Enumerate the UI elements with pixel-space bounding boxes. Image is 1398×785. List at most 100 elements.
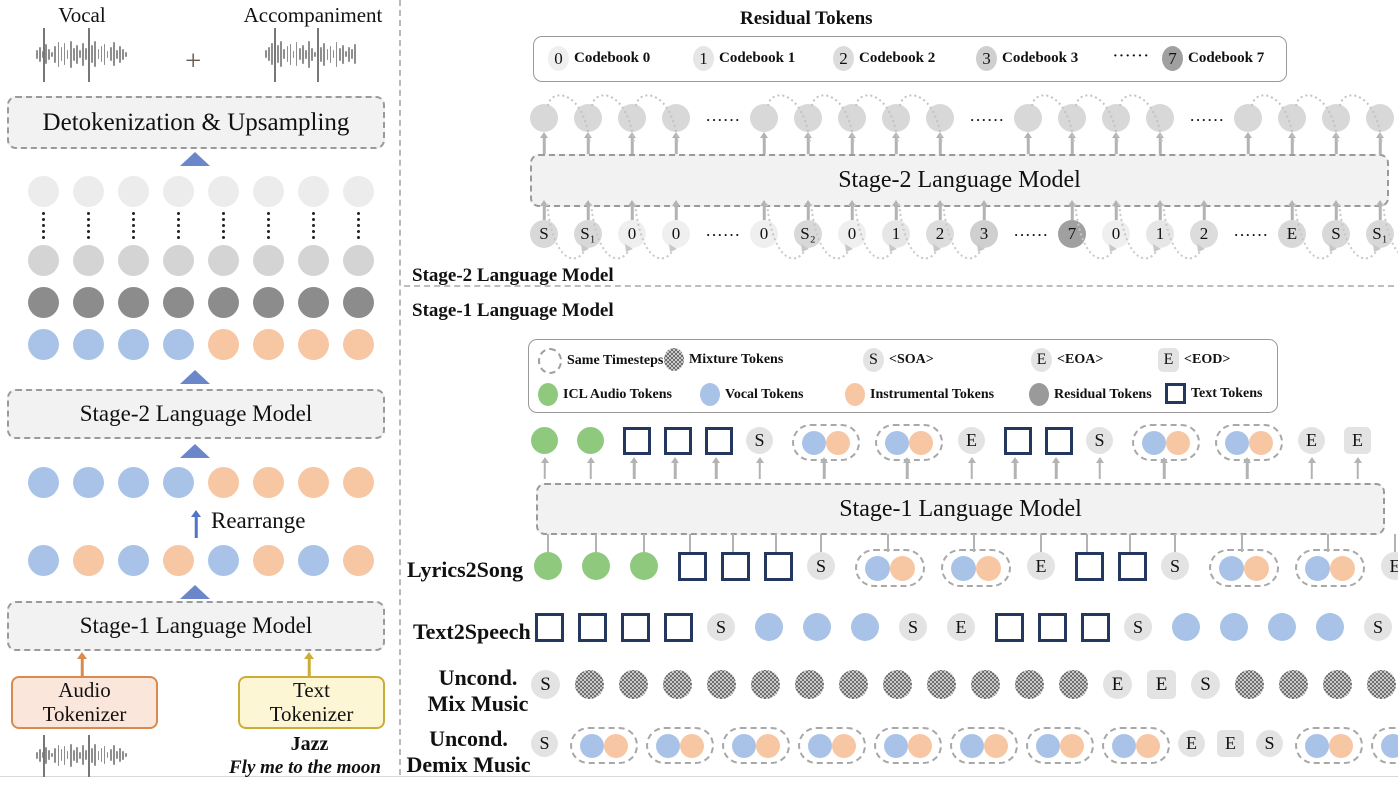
text-tokenizer-box[interactable]: Text Tokenizer: [238, 676, 385, 729]
instrumental-token: [1166, 430, 1190, 455]
text-token: [1075, 552, 1104, 581]
text-tokenizer-line2: Tokenizer: [269, 701, 354, 726]
icl-audio-tokens-icon: [538, 383, 558, 406]
dual-token-capsule: [875, 424, 943, 461]
detokenization-upsampling-box[interactable]: Detokenization & Upsampling: [7, 96, 385, 149]
vocal-waveform-icon: [36, 37, 127, 71]
stage2-input-token: 2: [926, 220, 954, 248]
left-stage1-language-model-box[interactable]: Stage-1 Language Model: [7, 601, 385, 651]
bottom-rule: [0, 776, 1398, 777]
instrumental-token: [1244, 555, 1269, 581]
legend-eod: E <EOD>: [1158, 348, 1230, 372]
instrumental-token-dot: [253, 329, 284, 360]
vertical-ellipsis: [87, 212, 90, 239]
stage1-language-model-box[interactable]: Stage-1 Language Model: [536, 483, 1385, 535]
mixture-token: [1235, 670, 1264, 699]
connector-line: [774, 534, 777, 552]
token-dot: [298, 287, 329, 318]
arrow-up: [583, 200, 593, 220]
token-dot: [253, 176, 284, 207]
plus-label: +: [185, 45, 202, 77]
rearrange-label: Rearrange: [211, 508, 306, 533]
arrow-up: [1023, 132, 1033, 154]
arrow-up: [902, 457, 912, 479]
connector-line: [1128, 534, 1131, 552]
eoa-icon: E: [1031, 348, 1052, 372]
same-timesteps-icon: [538, 348, 562, 374]
arrow-up: [539, 132, 549, 154]
vocal-token-dot: [163, 467, 194, 498]
vocal-token-dot: [298, 545, 329, 576]
stage2-input-token: 3: [970, 220, 998, 248]
stage2-input-token: 1: [1146, 220, 1174, 248]
instrumental-token-dot: [163, 545, 194, 576]
codebook-legend-item-1: 1 Codebook 1: [693, 46, 795, 71]
text-prompt-lyrics: Fly me to the moon: [229, 757, 381, 778]
accompaniment-waveform-marker-left: [274, 28, 276, 82]
vocal-token-dot: [208, 545, 239, 576]
stage2-section-label: Stage-2 Language Model: [412, 265, 614, 286]
vocal-token-dot: [73, 467, 104, 498]
arrow-up: [803, 132, 813, 154]
dual-token-capsule: [792, 424, 860, 461]
audio-tokenizer-box[interactable]: Audio Tokenizer: [11, 676, 158, 729]
mixture-token: [1279, 670, 1308, 699]
stage2-language-model-box[interactable]: Stage-2 Language Model: [530, 154, 1389, 207]
residual-output-token: [1146, 104, 1174, 132]
arrow-up: [1111, 200, 1121, 220]
left-stage2-language-model-box[interactable]: Stage-2 Language Model: [7, 389, 385, 439]
arrow-up: [1353, 457, 1363, 479]
arrow-up: [583, 132, 593, 154]
vocal-token: [732, 733, 756, 758]
residual-output-token: [662, 104, 690, 132]
token-dot: [343, 176, 374, 207]
stage2-input-token: 0: [838, 220, 866, 248]
mixture-token: [883, 670, 912, 699]
soa-token: S: [707, 613, 735, 641]
text-tokens-icon: [1165, 383, 1186, 404]
arrow-up: [539, 200, 549, 220]
residual-output-token: [1014, 104, 1042, 132]
arrow-text-tokenizer-up: [303, 652, 315, 676]
legend-mixture-tokens: Mixture Tokens: [664, 348, 783, 371]
audio-tokenizer-line2: Tokenizer: [42, 701, 127, 726]
horizontal-ellipsis: ······: [706, 112, 742, 127]
vocal-token: [1142, 430, 1166, 455]
mixture-token: [1015, 670, 1044, 699]
token-dot: [118, 287, 149, 318]
vocal-token-dot: [28, 545, 59, 576]
vocal-token: [808, 733, 832, 758]
diagram-root: Vocal Accompaniment + Detokenization & U…: [0, 0, 1398, 785]
soa-icon: S: [863, 348, 884, 372]
mixture-token: [971, 670, 1000, 699]
mixture-token: [839, 670, 868, 699]
vertical-ellipsis: [177, 212, 180, 239]
eoa-token: E: [1103, 670, 1132, 699]
arrow-up: [1331, 132, 1341, 154]
codebook-7-icon: 7: [1162, 46, 1183, 71]
text-tokenizer-line1: Text: [292, 677, 331, 702]
stage2-input-token: 0: [1102, 220, 1130, 248]
residual-output-token: [882, 104, 910, 132]
instrumental-token: [909, 430, 933, 455]
residual-output-token: [1234, 104, 1262, 132]
token-dot: [163, 176, 194, 207]
vocal-waveform-marker-left: [43, 28, 45, 82]
vertical-ellipsis: [312, 212, 315, 239]
arrow-up: [935, 132, 945, 154]
legend-text-label: Text Tokens: [1191, 385, 1263, 401]
legend-vocal-tokens: Vocal Tokens: [700, 383, 803, 406]
dual-token-capsule: [1132, 424, 1200, 461]
codebook-0-icon: 0: [548, 46, 569, 71]
vocal-token: [1316, 613, 1344, 641]
soa-token: S: [807, 552, 835, 580]
arrow-up: [1375, 132, 1385, 154]
instrumental-token: [984, 733, 1008, 758]
instrumental-token: [832, 733, 856, 758]
legend-soa-label: <SOA>: [889, 352, 934, 367]
icl-audio-token: [577, 427, 604, 454]
connector-line: [1394, 534, 1396, 552]
vocal-token: [951, 555, 976, 581]
vocal-token: [755, 613, 783, 641]
instrumental-token-dot: [343, 329, 374, 360]
